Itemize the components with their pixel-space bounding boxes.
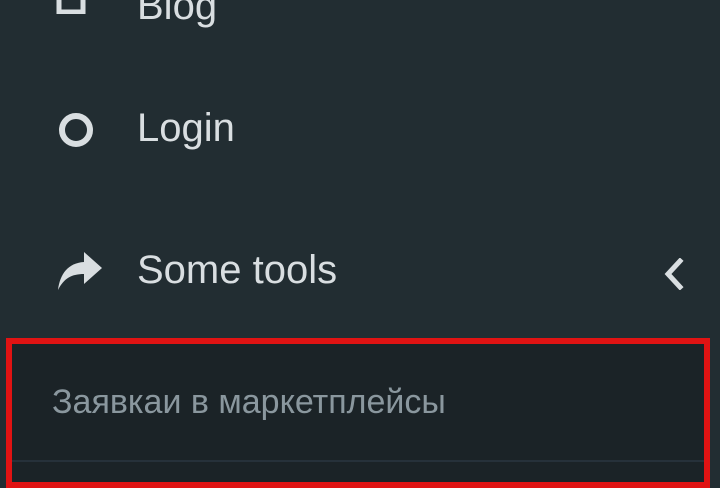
sidebar-item-blog[interactable]: Blog: [0, 0, 720, 40]
chevron-left-icon[interactable]: [662, 258, 686, 290]
circle-icon: [59, 113, 93, 147]
submenu-highlighted: Заявкаи в маркетплейсы: [6, 338, 710, 488]
sidebar-item-label: Login: [137, 106, 235, 150]
document-icon: [56, 0, 86, 14]
submenu-divider: [12, 460, 704, 462]
sidebar-item-login[interactable]: Login: [0, 80, 720, 180]
sidebar-item-label: Some tools: [137, 248, 338, 292]
submenu-item-marketplace-requests[interactable]: Заявкаи в маркетплейсы: [52, 382, 446, 422]
sidebar-item-label: Blog: [137, 0, 218, 28]
share-arrow-icon: [58, 252, 102, 290]
sidebar-item-some-tools[interactable]: Some tools: [0, 222, 720, 322]
sidebar-menu: Blog Login Some tools Заявкаи в маркетпл…: [0, 0, 720, 488]
